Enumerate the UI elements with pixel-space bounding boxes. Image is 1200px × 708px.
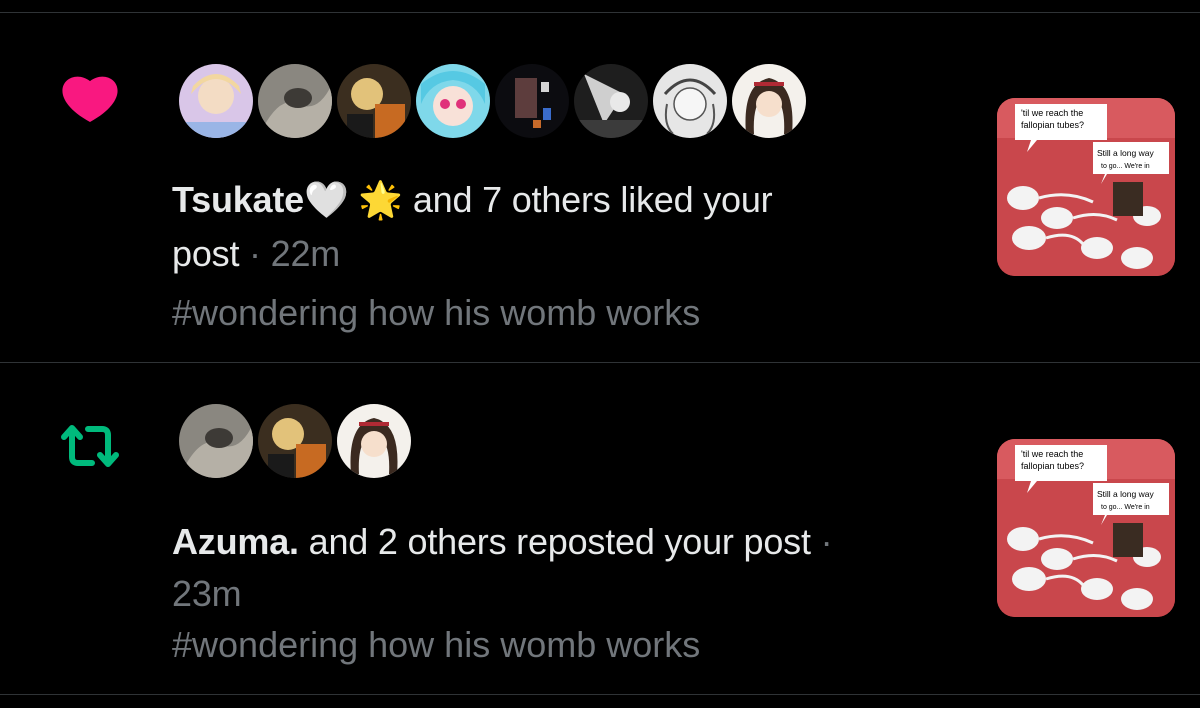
avatar[interactable] [176, 61, 256, 141]
heart-icon [60, 71, 120, 128]
avatar[interactable] [255, 401, 335, 481]
thumb-text-3: Still a long way [1097, 489, 1154, 499]
notification-repost[interactable]: Azuma. and 2 others reposted your post ·… [0, 363, 1200, 695]
thumb-text-4: to go... We're in [1101, 163, 1150, 170]
avatar[interactable] [176, 401, 256, 481]
avatar-stack [176, 61, 809, 141]
thumb-text-2: fallopian tubes? [1021, 461, 1084, 471]
separator: · [810, 521, 833, 562]
notification-text-line-2: 23m [172, 567, 972, 621]
avatar[interactable] [650, 61, 730, 141]
actor-name[interactable]: Tsukate [172, 179, 304, 220]
notification-text: Tsukate🤍 🌟 and 7 others liked your [172, 173, 972, 227]
thumb-text-1: 'til we reach the [1021, 449, 1083, 459]
separator: · [239, 233, 271, 274]
repost-icon [58, 423, 122, 474]
actor-emoji: 🤍 🌟 [303, 179, 404, 220]
thumb-text-1: 'til we reach the [1021, 108, 1083, 118]
timestamp[interactable]: 22m [271, 233, 341, 274]
action-text-continued: post [172, 233, 240, 274]
post-thumbnail[interactable]: 'til we reach the fallopian tubes? Still… [997, 98, 1175, 276]
action-text: and 2 others reposted your post [298, 521, 811, 562]
avatar[interactable] [571, 61, 651, 141]
notification-text: Azuma. and 2 others reposted your post · [172, 515, 972, 569]
avatar-stack [176, 401, 414, 481]
action-text: and 7 others liked your [403, 179, 773, 220]
thumb-text-4: to go... We're in [1101, 504, 1150, 511]
actor-name[interactable]: Azuma. [172, 521, 299, 562]
timestamp[interactable]: 23m [172, 573, 242, 614]
notification-like[interactable]: Tsukate🤍 🌟 and 7 others liked your post … [0, 13, 1200, 361]
notification-text-line-2: post · 22m [172, 227, 972, 281]
post-preview-text[interactable]: #wondering how his womb works [172, 289, 700, 337]
post-preview-text[interactable]: #wondering how his womb works [172, 621, 700, 669]
avatar[interactable] [413, 61, 493, 141]
avatar[interactable] [729, 61, 809, 141]
avatar[interactable] [334, 401, 414, 481]
avatar[interactable] [334, 61, 414, 141]
bottom-divider [0, 694, 1200, 695]
avatar[interactable] [255, 61, 335, 141]
thumb-text-2: fallopian tubes? [1021, 120, 1084, 130]
avatar[interactable] [492, 61, 572, 141]
post-thumbnail[interactable]: 'til we reach the fallopian tubes? Still… [997, 439, 1175, 617]
thumb-text-3: Still a long way [1097, 148, 1154, 158]
